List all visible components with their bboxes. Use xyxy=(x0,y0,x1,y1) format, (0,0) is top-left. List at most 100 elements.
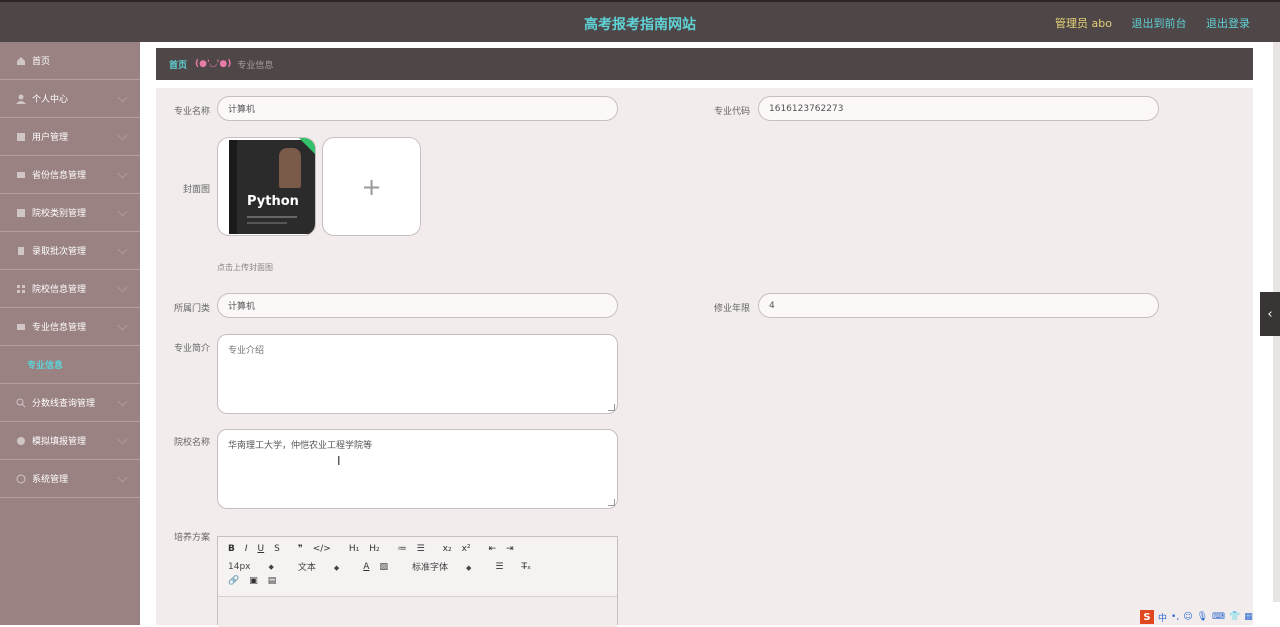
video-icon[interactable]: ▤ xyxy=(268,576,277,586)
emoji-icon[interactable]: ☺ xyxy=(1183,612,1192,622)
logout-link[interactable]: 退出登录 xyxy=(1206,17,1250,30)
italic-button[interactable]: I xyxy=(245,544,248,554)
upload-button[interactable]: + xyxy=(322,137,421,236)
mic-icon[interactable]: 🎙 xyxy=(1197,612,1208,622)
sidebar-item-label: 用户管理 xyxy=(32,133,69,143)
years-label: 修业年限 xyxy=(713,304,750,314)
top-links: 管理员 abo 退出到前台 退出登录 xyxy=(1039,15,1250,31)
resize-handle-icon[interactable] xyxy=(608,499,615,506)
underline-button[interactable]: U xyxy=(258,544,265,554)
category-input[interactable]: 计算机 xyxy=(217,293,618,318)
sidebar-item-batch[interactable]: 录取批次管理 xyxy=(0,232,140,270)
sidebar-item-home[interactable]: 首页 xyxy=(0,42,140,80)
cover-image-thumbnail[interactable]: Python xyxy=(217,137,316,236)
sidebar-subitem-major[interactable]: 专业信息 xyxy=(0,346,140,384)
plan-label: 培养方案 xyxy=(173,533,210,543)
font-size-value: 14px xyxy=(228,561,251,572)
chevron-down-icon xyxy=(117,434,128,445)
sidebar-item-users[interactable]: 用户管理 xyxy=(0,118,140,156)
sidebar-item-label: 院校类别管理 xyxy=(32,209,87,219)
image-icon[interactable]: ▣ xyxy=(249,576,258,586)
indent-button[interactable]: ⇥ xyxy=(506,544,514,554)
batch-icon xyxy=(16,246,26,256)
sidebar-item-label: 系统管理 xyxy=(32,475,69,485)
upload-hint: 点击上传封面图 xyxy=(217,263,273,272)
font-family-select[interactable]: 标准字体 ◆ xyxy=(412,560,471,573)
font-family-value: 标准字体 xyxy=(411,563,448,573)
text-cursor-icon: I xyxy=(337,454,341,468)
outdent-button[interactable]: ⇤ xyxy=(489,544,497,554)
sidebar-item-simulate[interactable]: 模拟填报管理 xyxy=(0,422,140,460)
superscript-button[interactable]: x² xyxy=(462,544,471,554)
ime-mode[interactable]: 中 xyxy=(1158,611,1167,624)
sidebar-item-province[interactable]: 省份信息管理 xyxy=(0,156,140,194)
chevron-down-icon xyxy=(117,168,128,179)
breadcrumb-current: 专业信息 xyxy=(237,60,274,71)
sidebar-item-label: 模拟填报管理 xyxy=(32,437,87,447)
intro-placeholder: 专业介绍 xyxy=(228,346,265,356)
text-style-select[interactable]: 文本 ◆ xyxy=(298,560,339,573)
breadcrumb: 首页 (●'◡'●) 专业信息 xyxy=(156,48,1253,80)
editor-toolbar-row1: B I U S ❞ </> H₁ H₂ ≔ ☰ x₂ x² ⇤ ⇥ xyxy=(228,544,524,554)
chevron-down-icon xyxy=(117,282,128,293)
major-code-input[interactable]: 1616123762273 xyxy=(758,96,1159,121)
school-label: 院校名称 xyxy=(173,438,210,448)
gear-icon xyxy=(16,474,26,484)
years-input[interactable]: 4 xyxy=(758,293,1159,318)
chevron-down-icon xyxy=(117,244,128,255)
h1-button[interactable]: H₁ xyxy=(349,544,359,554)
code-button[interactable]: </> xyxy=(313,544,331,554)
school-textarea[interactable]: 华南理工大学，仲恺农业工程学院等 I xyxy=(217,429,618,509)
sidebar-item-school-info[interactable]: 院校信息管理 xyxy=(0,270,140,308)
sidebar-item-score-line[interactable]: 分数线查询管理 xyxy=(0,384,140,422)
back-to-front-link[interactable]: 退出到前台 xyxy=(1132,17,1187,30)
sidebar-item-label: 省份信息管理 xyxy=(32,171,87,181)
sidebar-item-label: 个人中心 xyxy=(32,95,69,105)
keyboard-icon[interactable]: ⌨ xyxy=(1212,612,1225,622)
sidebar: 首页 个人中心 用户管理 省份信息管理 院校类别管理 录取批次管理 院校信息管理… xyxy=(0,42,140,625)
search-icon xyxy=(16,398,26,408)
sidebar-item-system[interactable]: 系统管理 xyxy=(0,460,140,498)
sidebar-item-label: 院校信息管理 xyxy=(32,285,87,295)
rich-text-editor[interactable]: B I U S ❞ </> H₁ H₂ ≔ ☰ x₂ x² ⇤ ⇥ 14px ◆ … xyxy=(217,536,618,627)
intro-textarea[interactable]: 专业介绍 xyxy=(217,334,618,414)
chevron-down-icon xyxy=(117,206,128,217)
chevron-down-icon xyxy=(117,92,128,103)
align-button[interactable]: ☰ xyxy=(495,562,503,572)
font-color-button[interactable]: A xyxy=(363,562,369,572)
resize-handle-icon[interactable] xyxy=(608,404,615,411)
subscript-button[interactable]: x₂ xyxy=(443,544,452,554)
chevron-down-icon xyxy=(117,130,128,141)
clear-format-button[interactable]: T̶ₓ xyxy=(521,562,531,572)
background-color-button[interactable]: ▨ xyxy=(379,562,388,572)
bullet-list-button[interactable]: ☰ xyxy=(417,544,425,554)
major-icon xyxy=(16,322,26,332)
editor-content[interactable] xyxy=(218,596,617,627)
chevron-down-icon xyxy=(117,396,128,407)
strike-button[interactable]: S xyxy=(274,544,280,554)
sidebar-item-school-category[interactable]: 院校类别管理 xyxy=(0,194,140,232)
major-name-input[interactable]: 计算机 xyxy=(217,96,618,121)
category-icon xyxy=(16,208,26,218)
punctuation-icon[interactable]: •, xyxy=(1171,612,1179,622)
sidebar-item-label: 录取批次管理 xyxy=(32,247,87,257)
quote-button[interactable]: ❞ xyxy=(298,544,303,554)
breadcrumb-home[interactable]: 首页 xyxy=(169,58,187,71)
sidebar-item-personal[interactable]: 个人中心 xyxy=(0,80,140,118)
ordered-list-button[interactable]: ≔ xyxy=(398,544,407,554)
sidebar-item-major-info[interactable]: 专业信息管理 xyxy=(0,308,140,346)
collapse-panel-button[interactable]: ‹ xyxy=(1260,292,1280,336)
link-icon[interactable]: 🔗 xyxy=(228,576,239,586)
book-title: Python xyxy=(247,194,299,209)
skin-icon[interactable]: 👕 xyxy=(1229,612,1240,622)
sidebar-item-label: 首页 xyxy=(32,57,51,67)
admin-label: 管理员 abo xyxy=(1055,17,1112,30)
major-code-label: 专业代码 xyxy=(713,107,750,117)
bold-button[interactable]: B xyxy=(228,544,235,554)
map-icon xyxy=(16,170,26,180)
h2-button[interactable]: H₂ xyxy=(369,544,379,554)
sogou-ime-icon[interactable]: S xyxy=(1140,610,1154,624)
tools-icon[interactable]: ▦ xyxy=(1244,612,1253,622)
major-name-label: 专业名称 xyxy=(173,107,210,117)
font-size-select[interactable]: 14px ◆ xyxy=(228,562,274,572)
